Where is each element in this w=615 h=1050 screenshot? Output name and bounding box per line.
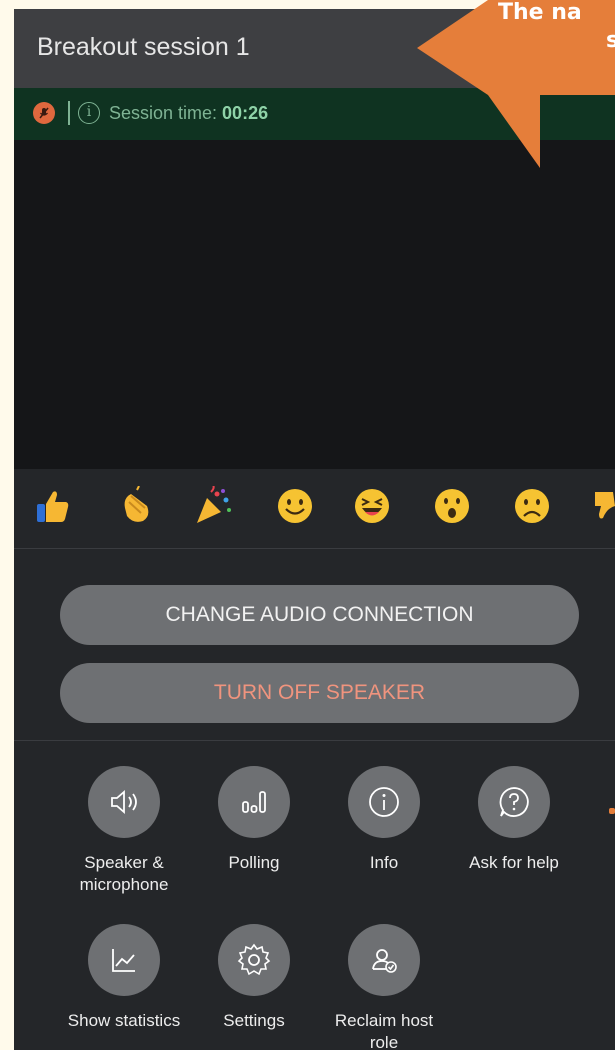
action-show-statistics[interactable]: Show statistics <box>59 924 189 1032</box>
party-popper-icon[interactable] <box>193 486 233 526</box>
action-label: Reclaim host role <box>334 1011 434 1050</box>
action-label: Settings <box>223 1011 285 1030</box>
line-chart-icon <box>88 924 160 996</box>
action-speaker-microphone[interactable]: Speaker & microphone <box>59 766 189 896</box>
action-label: Speaker & microphone <box>79 853 169 894</box>
action-label: Ask for help <box>469 853 559 872</box>
annotation-callout-arrow <box>417 0 615 168</box>
reactions-bar <box>14 469 615 549</box>
user-check-icon <box>348 924 420 996</box>
action-polling[interactable]: Polling <box>189 766 319 874</box>
callout-text-line2: s <box>606 28 615 53</box>
action-reclaim-host-role[interactable]: Reclaim host role <box>319 924 449 1050</box>
question-bubble-icon <box>478 766 550 838</box>
poll-chart-icon <box>218 766 290 838</box>
section-divider <box>14 740 615 741</box>
laughing-face-icon[interactable] <box>352 486 392 526</box>
clapping-hands-icon[interactable] <box>117 486 157 526</box>
action-info[interactable]: Info <box>319 766 449 874</box>
action-label: Polling <box>228 853 280 872</box>
thumbs-down-icon[interactable] <box>593 486 615 526</box>
video-area <box>14 140 615 469</box>
info-icon <box>348 766 420 838</box>
action-ask-for-help[interactable]: Ask for help <box>449 766 579 874</box>
action-settings[interactable]: Settings <box>189 924 319 1032</box>
gear-icon <box>218 924 290 996</box>
turn-off-speaker-button[interactable]: TURN OFF SPEAKER <box>60 663 579 723</box>
thumbs-up-icon[interactable] <box>33 486 73 526</box>
speaker-icon <box>88 766 160 838</box>
surprised-face-icon[interactable] <box>432 486 472 526</box>
callout-text-line1: The na <box>498 0 582 25</box>
change-audio-button[interactable]: CHANGE AUDIO CONNECTION <box>60 585 579 645</box>
smiling-face-icon[interactable] <box>275 486 315 526</box>
frowning-face-icon[interactable] <box>512 486 552 526</box>
action-label: Info <box>369 853 399 872</box>
action-label: Show statistics <box>67 1011 181 1030</box>
annotation-marker <box>609 808 615 814</box>
